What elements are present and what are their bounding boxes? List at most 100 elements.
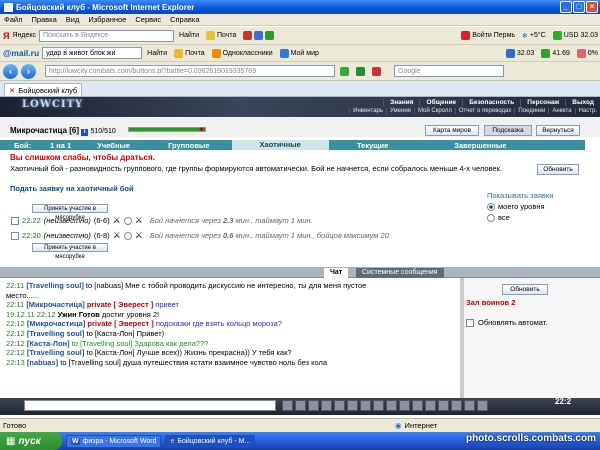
menu-knowledge[interactable]: Знания [383,99,419,106]
ie-icon [4,2,13,12]
rate-widget-2[interactable]: 41.69 [539,48,572,58]
hint-button[interactable]: Подсказка [484,125,532,136]
menu-settings[interactable]: Настр. [574,108,600,114]
google-search-input[interactable]: Google [394,65,504,77]
smile-icon[interactable] [308,400,319,411]
menu-security[interactable]: Безопасность [462,99,520,106]
request-radio[interactable] [123,231,132,240]
weather-widget[interactable]: ❄ +5°C [520,32,548,40]
mailru-pochta-button[interactable]: Почта [172,48,206,58]
menu-character[interactable]: Персонаж [520,99,565,106]
url-input[interactable]: http://lowcity.combats.com/buttons.pl?ba… [45,65,335,77]
dollar-icon [505,48,515,58]
join-button-top[interactable]: Принять участие в мясорубке [32,204,108,221]
browser-tab[interactable]: ✕ Бойцовский клуб [4,83,83,96]
task-ie[interactable]: e Бойцовский клуб - M... [165,434,256,448]
character-name[interactable]: Микрочастица [6] i 510/510 [10,126,116,136]
apply-title: Подать заявку на хаотичный бой [10,184,134,193]
chat-settings-icon[interactable] [386,400,397,411]
join-button-bottom[interactable]: Принять участие в мясорубке [32,243,108,260]
translit-icon[interactable] [334,400,345,411]
radio-all[interactable]: все [487,213,584,222]
menu-communication[interactable]: Общение [419,99,462,106]
info-icon[interactable]: i [81,129,89,136]
go-icon[interactable] [338,66,351,76]
bag-icon[interactable] [451,400,462,411]
clan-icon[interactable] [425,400,436,411]
menu-skills[interactable]: Умения [386,108,414,114]
enter-perm-button[interactable]: Войти Пермь [459,31,517,40]
shield-icon[interactable] [438,400,449,411]
menu-favorites[interactable]: Избранное [88,15,126,24]
menu-file[interactable]: Файл [4,15,22,24]
menu-tools[interactable]: Сервис [135,15,161,24]
request-row: 22:20 (неизвестно) (6-8) ⚔ ⚔ Бой начнетс… [11,230,389,241]
menu-my-scroll[interactable]: Мой Скролл [413,108,455,114]
request-row: 22:22 (неизвестно) (6-6) ⚔ ⚔ Бой начнетс… [11,215,313,226]
show-requests-title: Показывать заявки [487,191,554,200]
refresh-icon[interactable] [354,66,367,76]
tab-system-messages[interactable]: Системные сообщения [356,268,444,278]
menu-profile[interactable]: Анкета [548,108,574,114]
refresh-button[interactable]: Обновить [537,164,579,175]
yandex-find-button[interactable]: Найти [177,32,201,39]
mail-icon[interactable] [412,400,423,411]
tab-group[interactable]: Групповые [146,141,231,150]
request-checkbox[interactable] [11,216,19,225]
chat-line: 22:12 [Каста-Лон] to [Travelling soul] З… [6,338,209,348]
scroll-icon[interactable] [360,400,371,411]
battle-label: Бой: [14,140,32,150]
yandex-search-input[interactable]: Поискать в Яндексе [39,29,175,42]
tab-training[interactable]: Учебные [81,141,146,150]
usd-rate[interactable]: USD 32.03 [551,31,600,40]
request-checkbox[interactable] [11,231,19,240]
minimize-button[interactable]: _ [560,1,572,13]
maximize-button[interactable]: □ [573,1,585,13]
clear-icon[interactable] [295,400,306,411]
yandex-mail-button[interactable]: Почта [204,31,238,40]
sound-icon[interactable] [347,400,358,411]
mailru-find-button[interactable]: Найти [145,50,169,57]
menu-transfer-report[interactable]: Отчет о переводах [454,108,515,114]
close-button[interactable]: × [586,1,598,13]
return-button[interactable]: Вернуться [536,125,580,136]
stop-icon[interactable] [370,66,383,76]
window-titlebar: Бойцовский клуб - Microsoft Internet Exp… [0,0,600,14]
exit-icon[interactable] [477,400,488,411]
menu-duels[interactable]: Поединки [514,108,548,114]
friends-icon[interactable] [399,400,410,411]
start-button[interactable]: ▦ пуск [0,432,62,450]
book-icon[interactable] [464,400,475,411]
auto-refresh-toggle[interactable]: Обновлять автомат. [466,318,547,327]
back-icon[interactable]: ‹ [3,63,18,79]
request-radio[interactable] [123,216,132,225]
menu-inventory[interactable]: Инвентарь [349,108,386,114]
online-refresh-button[interactable]: Обновить [502,284,548,295]
mailru-search-input[interactable]: удар в живот блок жи [42,47,143,59]
menu-edit[interactable]: Правка [31,15,56,24]
rate-widget-1[interactable]: 32.03 [504,48,537,58]
rate-widget-3[interactable]: 0% [575,48,600,58]
moy-mir-button[interactable]: Мой мир [278,48,321,58]
forward-icon[interactable]: › [21,63,36,79]
address-bar: ‹ › http://lowcity.combats.com/buttons.p… [0,62,600,81]
send-icon[interactable] [282,400,293,411]
odnoklassniki-button[interactable]: Одноклассники [210,48,275,58]
chat-size-icon[interactable] [373,400,384,411]
menu-view[interactable]: Вид [66,15,80,24]
chat-input[interactable] [24,400,276,411]
auto-refresh-checkbox[interactable] [466,318,474,327]
radio-my-level[interactable]: моего уровня [487,202,584,211]
browser-tabbar: ✕ Бойцовский клуб [0,81,600,97]
tab-chaotic[interactable]: Хаотичные [231,140,329,150]
tab-finished[interactable]: Завершенные [416,141,544,150]
menu-exit[interactable]: Выход [565,99,600,106]
tab-1v1[interactable]: 1 на 1 [40,141,81,150]
world-map-button[interactable]: Карта миров [425,125,479,136]
menu-help[interactable]: Справка [170,15,199,24]
task-word[interactable]: W физра - Microsoft Word [66,434,162,448]
tab-current[interactable]: Текущие [329,141,416,150]
filter-icon[interactable] [321,400,332,411]
yandex-y-icon [461,31,471,40]
tab-chat[interactable]: Чат [324,268,349,278]
